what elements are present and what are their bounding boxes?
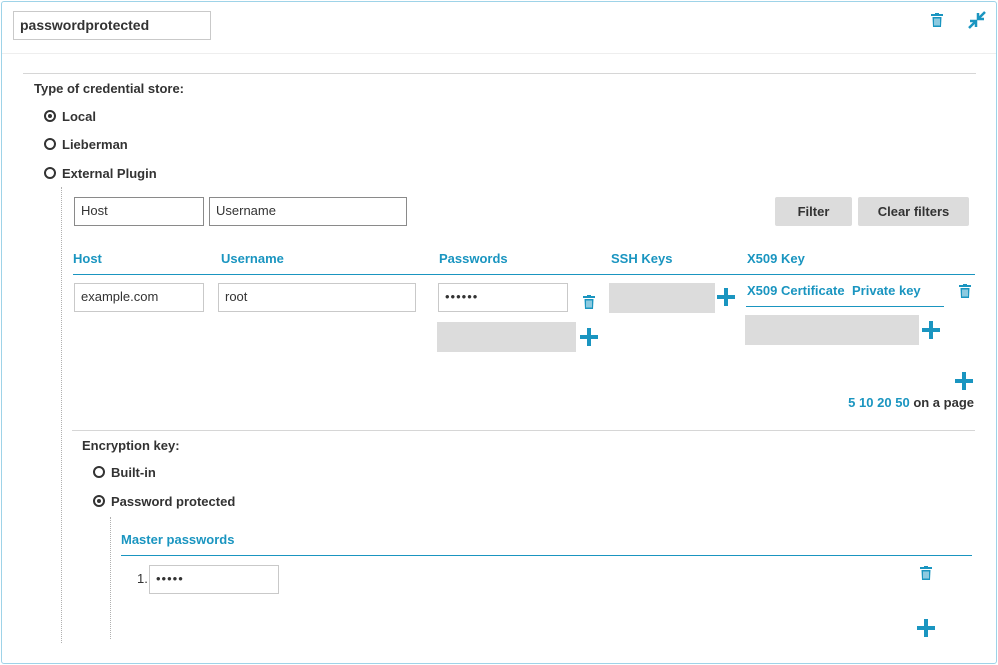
x509-header-underline — [746, 306, 944, 307]
new-password-field[interactable] — [437, 322, 576, 352]
delete-password-trash-icon[interactable] — [583, 295, 595, 309]
add-x509-key-plus-icon[interactable] — [922, 321, 940, 339]
page-size-10[interactable]: 10 — [859, 395, 873, 410]
column-header-x509-key: X509 Key — [747, 251, 805, 266]
add-row-plus-icon[interactable] — [955, 372, 973, 390]
page-size-suffix: on a page — [913, 395, 974, 410]
header-divider — [2, 53, 996, 54]
column-header-passwords: Passwords — [439, 251, 508, 266]
host-filter-input[interactable]: Host — [74, 197, 204, 226]
store-name-field[interactable]: passwordprotected — [13, 11, 211, 40]
password-input[interactable]: •••••• — [438, 283, 568, 312]
password-section-indent — [110, 517, 111, 639]
radio-local[interactable] — [44, 110, 56, 122]
radio-local-label[interactable]: Local — [62, 109, 96, 124]
radio-password-protected-label[interactable]: Password protected — [111, 494, 235, 509]
column-header-ssh-keys: SSH Keys — [611, 251, 673, 266]
page-size-50[interactable]: 50 — [895, 395, 909, 410]
credential-store-panel: passwordprotected Type of credential sto… — [1, 1, 997, 664]
encryption-key-label: Encryption key: — [82, 438, 180, 453]
page-size-20[interactable]: 20 — [877, 395, 891, 410]
radio-built-in-label[interactable]: Built-in — [111, 465, 156, 480]
x509-key-field[interactable] — [745, 315, 919, 345]
filter-button[interactable]: Filter — [775, 197, 852, 226]
table-bottom-divider — [72, 430, 975, 431]
radio-external-plugin-label[interactable]: External Plugin — [62, 166, 157, 181]
x509-private-key-header: Private key — [852, 283, 921, 298]
username-filter-input[interactable]: Username — [209, 197, 407, 226]
section-divider — [23, 73, 976, 74]
credential-store-type-label: Type of credential store: — [34, 81, 185, 96]
radio-built-in[interactable] — [93, 466, 105, 478]
radio-lieberman[interactable] — [44, 138, 56, 150]
add-ssh-key-plus-icon[interactable] — [717, 288, 735, 306]
column-header-username[interactable]: Username — [221, 251, 284, 266]
host-input[interactable]: example.com — [74, 283, 204, 312]
collapse-icon[interactable] — [968, 11, 986, 29]
delete-row-trash-icon[interactable] — [959, 284, 971, 298]
delete-store-trash-icon[interactable] — [931, 13, 943, 27]
master-password-input[interactable]: ••••• — [149, 565, 279, 594]
ssh-key-field[interactable] — [609, 283, 715, 313]
page-size-5[interactable]: 5 — [848, 395, 855, 410]
clear-filters-button[interactable]: Clear filters — [858, 197, 969, 226]
column-header-host[interactable]: Host — [73, 251, 102, 266]
master-passwords-underline — [121, 555, 972, 556]
delete-master-password-trash-icon[interactable] — [920, 566, 932, 580]
x509-certificate-header: X509 Certificate — [747, 283, 845, 298]
username-input[interactable]: root — [218, 283, 416, 312]
add-password-plus-icon[interactable] — [580, 328, 598, 346]
add-master-password-plus-icon[interactable] — [917, 619, 935, 637]
master-password-index: 1. — [137, 571, 148, 586]
local-section-indent — [61, 187, 62, 643]
radio-lieberman-label[interactable]: Lieberman — [62, 137, 128, 152]
radio-password-protected[interactable] — [93, 495, 105, 507]
table-header-underline — [73, 274, 975, 275]
pagination: 5 10 20 50 on a page — [848, 395, 974, 410]
radio-external-plugin[interactable] — [44, 167, 56, 179]
master-passwords-header: Master passwords — [121, 532, 235, 547]
